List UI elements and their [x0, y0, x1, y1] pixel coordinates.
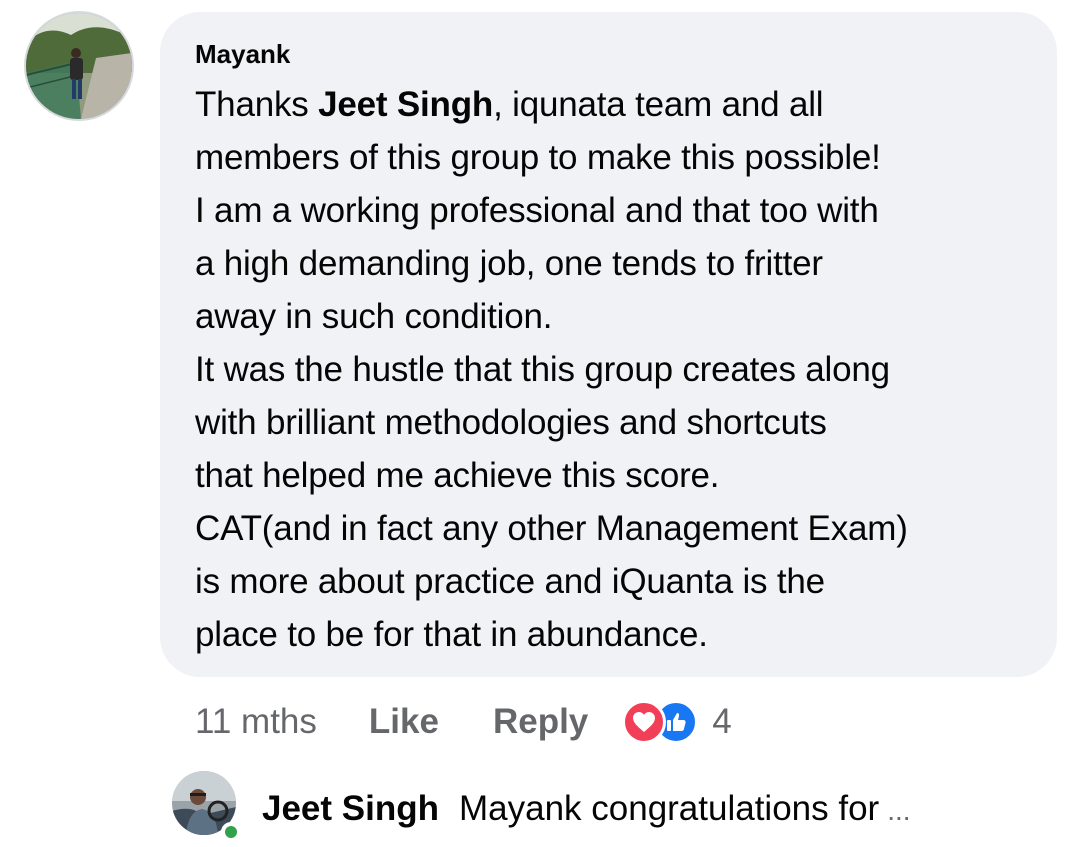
comment-line: CAT(and in fact any other Management Exa…	[195, 509, 908, 548]
online-status-indicator	[221, 822, 241, 842]
avatar[interactable]	[24, 11, 134, 121]
comment-line: members of this group to make this possi…	[195, 138, 881, 177]
comment-line: I am a working professional and that too…	[195, 191, 879, 230]
mention-link[interactable]: Jeet Singh	[318, 85, 493, 124]
comment-line: with brilliant methodologies and shortcu…	[195, 403, 827, 442]
reply-ellipsis: ...	[887, 795, 911, 826]
comment-thread: Mayank Thanks Jeet Singh, iqunata team a…	[0, 0, 1080, 847]
comment-line: is more about practice and iQuanta is th…	[195, 562, 825, 601]
comment-line: away in such condition.	[195, 297, 553, 336]
reply-text: Mayank congratulations for	[458, 789, 880, 828]
comment-author[interactable]: Mayank	[195, 38, 1027, 70]
reply-button[interactable]: Reply	[493, 702, 588, 742]
comment-line: a high demanding job, one tends to fritt…	[195, 244, 823, 283]
reaction-count: 4	[712, 702, 732, 741]
profile-photo	[26, 13, 132, 119]
comment-bubble: Mayank Thanks Jeet Singh, iqunata team a…	[160, 12, 1057, 677]
comment-timestamp[interactable]: 11 mths	[195, 702, 317, 742]
comment-actions: 11 mths Like Reply 4	[195, 694, 732, 750]
reactions-summary[interactable]: 4	[622, 700, 732, 744]
heart-icon	[622, 700, 667, 744]
comment-body: Thanks Jeet Singh, iqunata team and all …	[195, 78, 1027, 661]
comment-line: that helped me achieve this score.	[195, 456, 720, 495]
comment-line: Thanks Jeet Singh, iqunata team and all	[195, 85, 824, 124]
comment-line: place to be for that in abundance.	[195, 615, 708, 654]
reply-author[interactable]: Jeet Singh	[262, 789, 439, 828]
reply-preview[interactable]: Jeet Singh Mayank congratulations for...	[262, 784, 911, 836]
comment-line: It was the hustle that this group create…	[195, 350, 890, 389]
like-button[interactable]: Like	[369, 702, 439, 742]
